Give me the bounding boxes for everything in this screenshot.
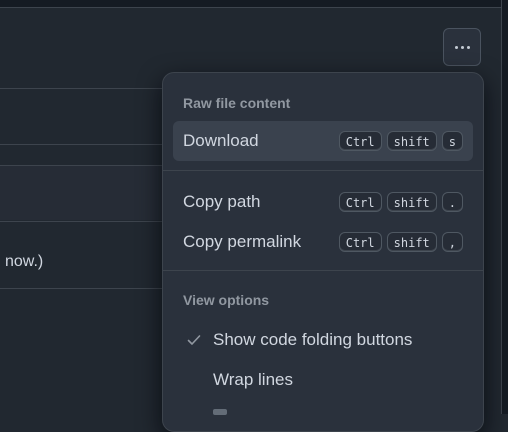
shortcut-key: Ctrl xyxy=(338,131,382,151)
shortcut-key: Ctrl xyxy=(338,232,382,252)
more-options-button[interactable] xyxy=(443,28,481,66)
background-row-divider xyxy=(0,144,170,145)
kebab-horizontal-icon xyxy=(454,45,458,49)
shortcut-key: s xyxy=(441,131,463,151)
next-menu-item-cut-off xyxy=(213,409,227,415)
background-row-divider xyxy=(0,165,170,166)
show-code-folding-label: Show code folding buttons xyxy=(213,330,413,349)
menu-divider xyxy=(163,270,483,271)
file-actions-menu: Raw file content Download Ctrl shift s C… xyxy=(162,72,484,432)
menu-divider xyxy=(163,170,483,171)
copy-path-label: Copy path xyxy=(183,192,261,211)
background-row-highlight xyxy=(0,166,170,220)
background-row-divider xyxy=(0,221,170,222)
check-icon xyxy=(187,335,201,345)
shortcut-key: , xyxy=(441,232,463,252)
background-row-divider xyxy=(0,288,170,289)
shortcut-key: shift xyxy=(386,131,437,151)
download-label: Download xyxy=(183,131,259,150)
top-toolbar-band xyxy=(0,0,502,8)
copy-permalink-shortcut: Ctrl shift , xyxy=(338,232,463,252)
show-code-folding-menu-item[interactable]: Show code folding buttons xyxy=(173,320,473,360)
shortcut-key: shift xyxy=(386,232,437,252)
kebab-dot xyxy=(460,45,464,49)
wrap-lines-label: Wrap lines xyxy=(213,370,293,389)
shortcut-key: . xyxy=(441,192,463,212)
copy-permalink-menu-item[interactable]: Copy permalink Ctrl shift , xyxy=(173,222,473,262)
download-shortcut: Ctrl shift s xyxy=(338,131,463,151)
copy-path-shortcut: Ctrl shift . xyxy=(338,192,463,212)
shortcut-key: Ctrl xyxy=(338,192,382,212)
download-menu-item[interactable]: Download Ctrl shift s xyxy=(173,121,473,161)
copy-permalink-label: Copy permalink xyxy=(183,232,302,251)
background-partial-text: now.) xyxy=(5,253,44,270)
kebab-dot xyxy=(466,45,470,49)
right-scrollbar-strip xyxy=(501,0,508,414)
copy-path-menu-item[interactable]: Copy path Ctrl shift . xyxy=(173,182,473,222)
background-row-divider xyxy=(0,88,170,89)
raw-file-content-header: Raw file content xyxy=(183,95,291,111)
wrap-lines-menu-item[interactable]: Wrap lines xyxy=(173,360,473,400)
view-options-header: View options xyxy=(183,292,270,308)
shortcut-key: shift xyxy=(386,192,437,212)
